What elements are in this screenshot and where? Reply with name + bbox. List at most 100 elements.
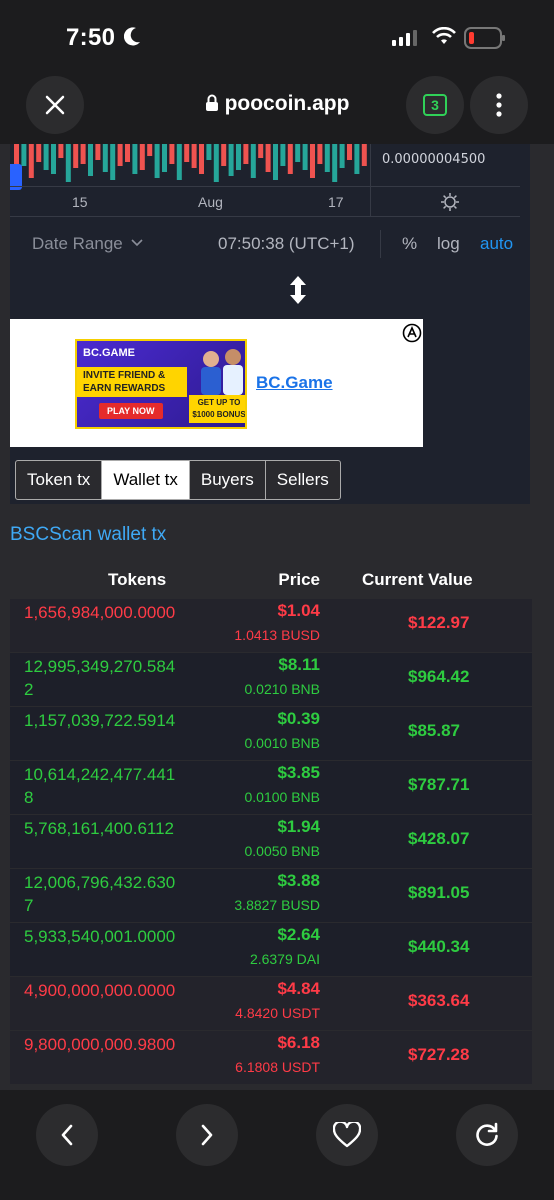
candle [73,144,79,168]
candle [361,144,367,166]
price-axis-label: 0.00000004500 [382,152,486,167]
candle [213,144,219,182]
candle [243,144,249,164]
table-row[interactable]: 12,995,349,270.5842 $8.11 0.0210 BNB $964.4… [10,652,532,706]
log-scale-button[interactable]: log [437,234,460,254]
candle [310,144,315,178]
toolbar-divider [10,216,520,217]
menu-button[interactable] [470,76,528,134]
resize-vertical-icon[interactable] [288,274,308,311]
time-tick: 15 [72,194,88,210]
advertisement[interactable]: BC.GAME INVITE FRIEND & EARN REWARDS PLA… [10,319,423,447]
table-row[interactable]: 12,006,796,432.6307 $3.88 3.8827 BUSD $891.… [10,868,532,922]
url-text: poocoin.app [224,92,350,115]
ad-logo: BC.GAME [83,347,135,359]
time-tick: Aug [198,194,223,210]
usd-price: $1.04 [277,601,320,620]
percent-scale-button[interactable]: % [402,234,417,254]
candle [95,144,101,160]
token-amount: 1,157,039,722.5914 [24,711,176,730]
candle [162,144,167,172]
candle [228,144,234,176]
adchoices-icon[interactable] [402,323,422,348]
reload-icon [476,1122,498,1146]
candle [36,144,42,162]
candle [324,144,330,172]
more-vertical-icon [496,93,502,117]
candle [147,144,153,156]
candle [169,144,175,164]
usd-price: $4.84 [277,979,320,998]
back-button[interactable] [36,1104,98,1166]
favorite-button[interactable] [316,1104,378,1166]
token-amount: 5,768,161,400.6112 [24,819,174,838]
ad-players-image [201,349,243,395]
token-amount: 12,006,796,432.6307 [24,873,176,915]
candle [117,144,123,166]
candle [302,144,308,170]
browser-toolbar [0,1090,554,1200]
chart-settings-icon[interactable] [440,192,460,217]
candle [65,144,71,182]
table-row[interactable]: 5,768,161,400.6112 $1.94 0.0050 BNB $428.07 [10,814,532,868]
candle [139,144,145,170]
chevron-down-icon [131,239,144,247]
candle [347,144,352,160]
candle [28,144,34,178]
pair-price: 1.0413 BUSD [234,627,320,643]
table-row[interactable]: 10,614,242,477.4418 $3.85 0.0100 BNB $787.7… [10,760,532,814]
tab-buyers[interactable]: Buyers [190,461,266,499]
tab-token-tx[interactable]: Token tx [16,461,103,499]
tab-wallet-tx[interactable]: Wallet tx [102,461,190,499]
date-range-button[interactable]: Date Range [32,234,144,254]
table-row[interactable]: 1,656,984,000.0000 $1.04 1.0413 BUSD $122.9… [10,598,532,652]
usd-price: $6.18 [277,1033,320,1052]
table-row[interactable]: 4,900,000,000.0000 $4.84 4.8420 USDT $363.6… [10,976,532,1030]
candle [221,144,227,166]
axis-divider-vertical [370,144,371,216]
candle [21,144,27,166]
candle [295,144,301,162]
token-amount: 1,656,984,000.0000 [24,603,176,622]
candle [125,144,130,162]
battery-icon [464,27,506,54]
pair-price: 4.8420 USDT [235,1005,320,1021]
usd-price: $8.11 [278,655,320,674]
candle [273,144,278,180]
auto-scale-button[interactable]: auto [480,234,513,254]
candlestick-strip [14,144,367,182]
moon-icon [123,26,142,51]
pair-price: 6.1808 USDT [235,1059,320,1075]
tabs-button[interactable]: 3 [406,76,464,134]
candle [88,144,93,176]
pair-price: 2.6379 DAI [249,951,320,967]
candle [265,144,271,172]
token-amount: 12,995,349,270.5842 [24,657,176,699]
forward-button[interactable] [176,1104,238,1166]
table-row[interactable]: 9,800,000,000.9800 $6.18 6.1808 USDT $727.2… [10,1030,532,1084]
current-value: $363.64 [408,991,470,1010]
pair-price: 0.0100 BNB [244,789,321,805]
chevron-right-icon [201,1124,213,1146]
header-price: Price [278,570,320,589]
candle [339,144,345,168]
candle [199,144,204,174]
current-value: $891.05 [408,883,470,902]
browser-url-bar: poocoin.app 3 [0,76,554,144]
tab-sellers[interactable]: Sellers [266,461,340,499]
ad-banner-image[interactable]: BC.GAME INVITE FRIEND & EARN REWARDS PLA… [75,339,247,429]
toolbar-separator [380,230,381,258]
current-value: $428.07 [408,829,470,848]
bscscan-wallet-link[interactable]: BSCScan wallet tx [10,524,166,546]
table-row[interactable]: 1,157,039,722.5914 $0.39 0.0010 BNB $85.87 [10,706,532,760]
table-row[interactable]: 5,933,540,001.0000 $2.64 2.6379 DAI $440.34 [10,922,532,976]
status-bar: 7:50 [0,0,554,76]
candle [287,144,293,174]
current-value: $787.71 [408,775,470,794]
pair-price: 3.8827 BUSD [234,897,320,913]
pair-price: 0.0010 BNB [244,735,321,751]
token-amount: 4,900,000,000.0000 [24,981,176,1000]
reload-button[interactable] [456,1104,518,1166]
ad-play-button[interactable]: PLAY NOW [99,403,163,419]
ad-link[interactable]: BC.Game [256,373,333,393]
